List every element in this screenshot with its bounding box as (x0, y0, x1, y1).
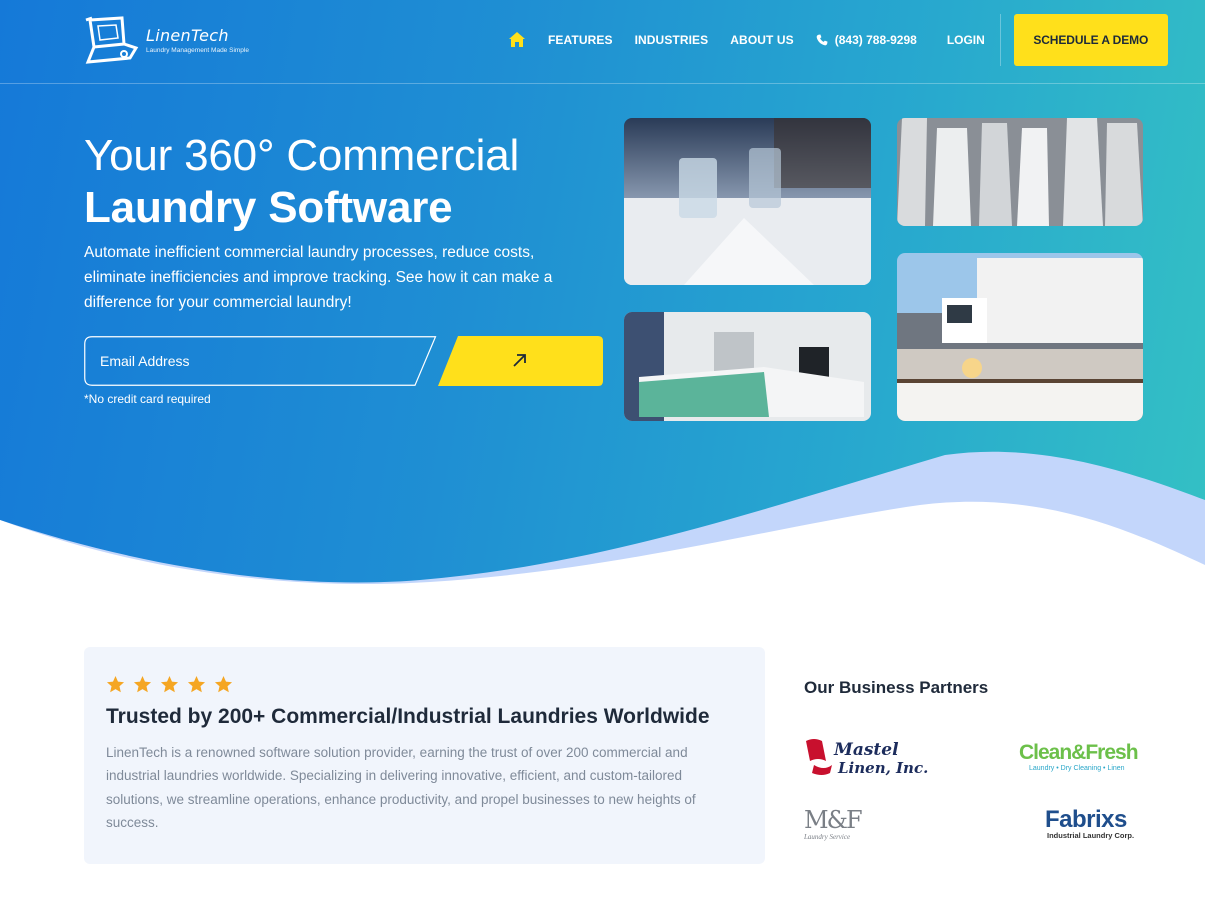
trust-title: Trusted by 200+ Commercial/Industrial La… (106, 705, 710, 728)
hospital-bed-photo (624, 312, 871, 421)
nav-phone-link[interactable]: (843) 788-9298 (816, 33, 917, 47)
main-nav: FEATURES INDUSTRIES ABOUT US (843) 788-9… (508, 14, 1168, 66)
trust-card: Trusted by 200+ Commercial/Industrial La… (84, 647, 765, 864)
phone-number: (843) 788-9298 (834, 33, 917, 47)
truck-and-hotel-bed-photo (897, 253, 1143, 421)
site-header: LinenTech Laundry Management Made Simple… (0, 0, 1205, 84)
partner-logo-mf: M&F Laundry Service (804, 806, 864, 841)
star-icon (133, 675, 152, 693)
nav-item-features[interactable]: FEATURES (548, 33, 613, 47)
partner-fabrixs-line2: Industrial Laundry Corp. (1047, 831, 1134, 840)
partner-mf-line2: Laundry Service (804, 833, 850, 841)
rating-stars (106, 675, 241, 694)
brand-tagline: Laundry Management Made Simple (146, 46, 249, 54)
nav-item-about-us[interactable]: ABOUT US (730, 33, 793, 47)
nav-divider (999, 14, 1001, 66)
partner-logo-fabrixs: Fabrixs Industrial Laundry Corp. (1045, 806, 1134, 840)
phone-icon (816, 34, 828, 46)
partner-logo-mastel: Mastel Linen, Inc. (806, 739, 928, 777)
hero-title-line1: Your 360° Commercial (84, 131, 520, 180)
home-icon[interactable] (508, 31, 526, 49)
login-link[interactable]: LOGIN (947, 33, 1000, 47)
star-icon (214, 675, 233, 693)
partner-mastel-line2: Linen, Inc. (837, 759, 928, 777)
star-icon (160, 675, 179, 693)
schedule-demo-button[interactable]: SCHEDULE A DEMO (1013, 14, 1168, 66)
email-submit-button[interactable] (438, 336, 603, 386)
email-field-wrapper (84, 336, 437, 386)
partner-mf-line1: M&F (804, 806, 862, 834)
trust-description: LinenTech is a renowned software solutio… (106, 745, 696, 830)
nav-item-industries[interactable]: INDUSTRIES (635, 33, 709, 47)
hero-title: Your 360° Commercial Laundry Software (84, 130, 519, 234)
laundry-cart-logo-icon (85, 16, 139, 64)
star-icon (187, 675, 206, 693)
partner-clean-line2: Laundry • Dry Cleaning • Linen (1029, 765, 1125, 772)
hanging-shirts-photo (897, 118, 1143, 226)
hero-title-line2: Laundry Software (84, 183, 453, 232)
restaurant-table-photo (624, 118, 871, 285)
partner-logo-clean-fresh: Clean&Fresh Laundry • Dry Cleaning • Lin… (1019, 741, 1139, 772)
partner-fabrixs-line1: Fabrixs (1045, 806, 1127, 833)
partner-clean-line1: Clean&Fresh (1019, 741, 1138, 764)
brand-logo[interactable]: LinenTech Laundry Management Made Simple (84, 14, 264, 66)
brand-name: LinenTech (146, 25, 229, 45)
hero-description: Automate inefficient commercial laundry … (84, 244, 553, 311)
partner-mastel-line1: Mastel (833, 740, 899, 760)
no-credit-card-note: *No credit card required (84, 392, 211, 406)
star-icon (106, 675, 125, 693)
email-field[interactable] (100, 336, 410, 386)
partners-title: Our Business Partners (804, 678, 989, 697)
